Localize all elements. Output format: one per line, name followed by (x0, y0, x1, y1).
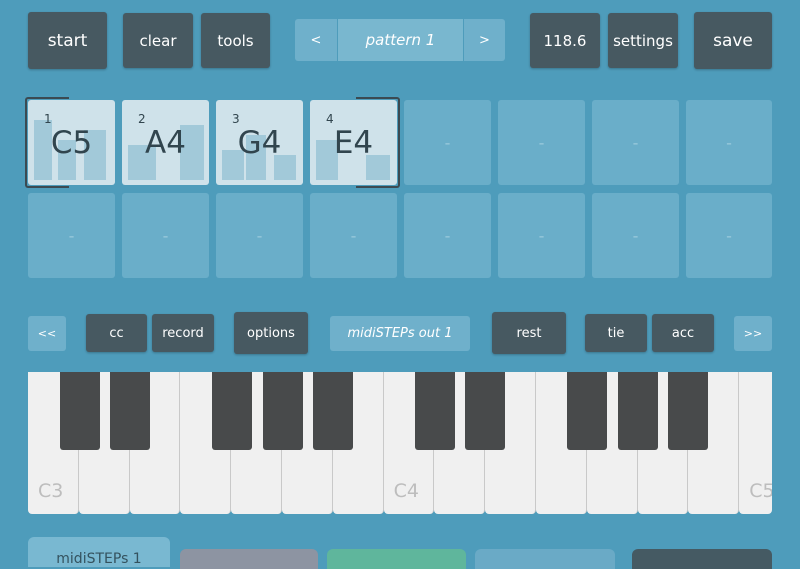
step-5[interactable]: - (404, 100, 491, 185)
record-button[interactable]: record (152, 314, 214, 352)
tools-button[interactable]: tools (201, 13, 270, 68)
shift-right-button[interactable]: >> (734, 316, 772, 351)
step-empty-marker: - (444, 226, 451, 245)
step-6[interactable]: - (498, 100, 585, 185)
step-8[interactable]: - (686, 100, 772, 185)
black-key-g-sharp-3[interactable] (263, 372, 303, 450)
black-key-c-sharp-3[interactable] (60, 372, 100, 450)
next-pattern-button[interactable]: > (464, 19, 505, 61)
white-key-c5[interactable]: C5 (739, 372, 772, 514)
key-label-c3: C3 (38, 480, 64, 502)
step-16[interactable]: - (686, 193, 772, 278)
black-key-d-sharp-3[interactable] (110, 372, 150, 450)
step-empty-marker: - (444, 133, 451, 152)
track-tab-2[interactable] (180, 549, 318, 569)
black-key-a-sharp-4[interactable] (668, 372, 708, 450)
step-13[interactable]: - (404, 193, 491, 278)
step-12[interactable]: - (310, 193, 397, 278)
step-14[interactable]: - (498, 193, 585, 278)
track-tab-5[interactable] (632, 549, 772, 569)
key-label-c5: C5 (749, 480, 772, 502)
step-7[interactable]: - (592, 100, 679, 185)
key-label-c4: C4 (393, 480, 419, 502)
step-empty-marker: - (632, 226, 639, 245)
shift-left-button[interactable]: << (28, 316, 66, 351)
loop-end-bracket[interactable] (356, 97, 400, 188)
step-note: A4 (145, 124, 186, 161)
rest-button[interactable]: rest (492, 312, 566, 354)
black-key-c-sharp-4[interactable] (415, 372, 455, 450)
track-tab-1[interactable]: midiSTEPs 1 (28, 537, 170, 567)
tie-button[interactable]: tie (585, 314, 647, 352)
step-empty-marker: - (632, 133, 639, 152)
step-empty-marker: - (350, 226, 357, 245)
step-15[interactable]: - (592, 193, 679, 278)
step-empty-marker: - (726, 226, 732, 245)
midi-output-selector[interactable]: midiSTEPs out 1 (330, 316, 470, 351)
black-key-f-sharp-3[interactable] (212, 372, 252, 450)
step-note: G4 (237, 124, 282, 161)
start-button[interactable]: start (28, 12, 107, 69)
step-empty-marker: - (538, 226, 545, 245)
step-10[interactable]: - (122, 193, 209, 278)
step-2[interactable]: 2 A4 (122, 100, 209, 185)
pattern-selector[interactable]: pattern 1 (338, 19, 463, 61)
accent-button[interactable]: acc (652, 314, 714, 352)
cc-button[interactable]: cc (86, 314, 147, 352)
black-key-f-sharp-4[interactable] (567, 372, 607, 450)
loop-start-bracket[interactable] (25, 97, 69, 188)
black-key-d-sharp-4[interactable] (465, 372, 505, 450)
options-button[interactable]: options (234, 312, 308, 354)
black-key-a-sharp-3[interactable] (313, 372, 353, 450)
step-9[interactable]: - (28, 193, 115, 278)
step-empty-marker: - (538, 133, 545, 152)
track-tab-4[interactable] (475, 549, 615, 569)
step-empty-marker: - (162, 226, 169, 245)
track-tab-3[interactable] (327, 549, 466, 569)
step-empty-marker: - (256, 226, 263, 245)
step-empty-marker: - (726, 133, 732, 152)
track-tab-label: midiSTEPs 1 (56, 551, 142, 567)
step-empty-marker: - (68, 226, 75, 245)
settings-button[interactable]: settings (608, 13, 678, 68)
prev-pattern-button[interactable]: < (295, 19, 337, 61)
clear-button[interactable]: clear (123, 13, 193, 68)
step-3[interactable]: 3 G4 (216, 100, 303, 185)
save-button[interactable]: save (694, 12, 772, 69)
tempo-field[interactable]: 118.6 (530, 13, 600, 68)
piano-keyboard: C3 C4 C5 (28, 372, 772, 514)
step-11[interactable]: - (216, 193, 303, 278)
black-key-g-sharp-4[interactable] (618, 372, 658, 450)
